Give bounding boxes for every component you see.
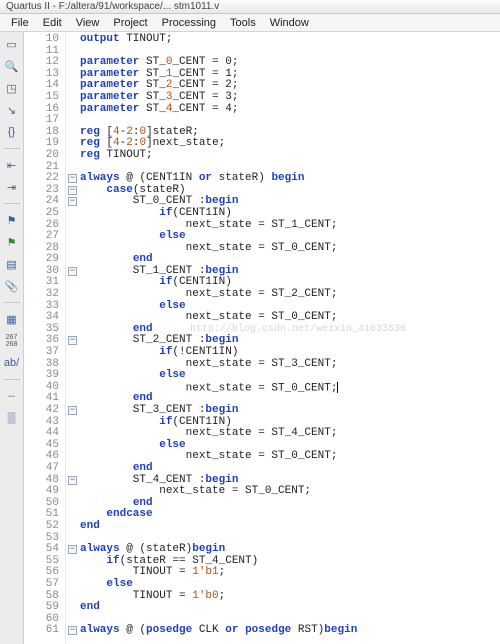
menu-bar: File Edit View Project Processing Tools … [0,14,500,32]
line-number: 54 [24,544,59,556]
find-icon[interactable]: 🔍 [4,58,20,74]
menu-window[interactable]: Window [263,17,316,29]
menu-view[interactable]: View [69,17,107,29]
code-line[interactable]: parameter ST_4_CENT = 4; [80,104,500,116]
code-line[interactable]: −always @ (CENT1IN or stateR) begin [80,173,500,185]
fold-toggle-icon[interactable]: − [68,267,77,276]
code-line[interactable]: −always @ (stateR)begin [80,544,500,556]
window-title: Quartus II - F:/altera/91/workspace/... … [0,0,500,14]
menu-file[interactable]: File [4,17,36,29]
code-line[interactable]: endcase [80,509,500,521]
line-number: 10 [24,34,59,46]
line-number: 61 [24,625,59,637]
menu-processing[interactable]: Processing [155,17,223,29]
text-caret [337,382,338,393]
braces-icon[interactable]: {} [4,124,20,140]
fold-toggle-icon[interactable]: − [68,626,77,635]
attach-icon[interactable]: 📎 [4,278,20,294]
flag-green-icon[interactable]: ⚑ [4,234,20,250]
line-number: 22 [24,173,59,185]
code-line[interactable]: if(!CENT1IN) [80,347,500,359]
line-number: 49 [24,486,59,498]
line-number: 37 [24,347,59,359]
line-number: 15 [24,92,59,104]
line-number: 20 [24,150,59,162]
code-line[interactable]: if(CENT1IN) [80,208,500,220]
linecol-icon[interactable]: 267 268 [4,333,20,349]
line-number: 59 [24,602,59,614]
doc-icon[interactable]: ▤ [4,256,20,272]
line-number: 42 [24,405,59,417]
line-number: 17 [24,115,59,127]
code-line[interactable]: TINOUT = 1'b1; [80,567,500,579]
fold-toggle-icon[interactable]: − [68,174,77,183]
bookmark-icon[interactable]: ◳ [4,80,20,96]
side-toolbar: ▭ 🔍 ◳ ↘ {} ⇤ ⇥ ⚑ ⚑ ▤ 📎 ▦ 267 268 ab/ ┄ ▒ [0,32,24,644]
editor-area: ▭🔍◳↘{}⇤⇥⚑⚑▤📎▦267 268ab/┄▒ 10111213141516… [0,32,500,644]
step-icon[interactable]: ↘ [4,102,20,118]
fold-toggle-icon[interactable]: − [68,186,77,195]
code-line[interactable]: − ST_3_CENT :begin [80,405,500,417]
code-line[interactable]: TINOUT = 1'b0; [80,591,500,603]
fold-toggle-icon[interactable]: − [68,476,77,485]
menu-project[interactable]: Project [106,17,154,29]
fold-toggle-icon[interactable]: − [68,545,77,554]
fold-toggle-icon[interactable]: − [68,336,77,345]
fold-toggle-icon[interactable]: − [68,406,77,415]
ab-icon[interactable]: ab/ [4,355,20,371]
code-line[interactable]: else [80,579,500,591]
code-line[interactable]: reg TINOUT; [80,150,500,162]
code-line[interactable]: parameter ST_3_CENT = 3; [80,92,500,104]
code-line[interactable]: else [80,231,500,243]
line-number: 32 [24,289,59,301]
code-editor[interactable]: output TINOUT;parameter ST_0_CENT = 0;pa… [66,32,500,644]
syntax-icon[interactable]: ▦ [4,311,20,327]
code-line[interactable]: else [80,370,500,382]
code-line[interactable]: next_state = ST_2_CENT; [80,289,500,301]
code-line[interactable]: output TINOUT; [80,34,500,46]
flag-blue-icon[interactable]: ⚑ [4,212,20,228]
line-number-gutter: 1011121314151617181920212223242526272829… [24,32,66,644]
line-number: 47 [24,463,59,475]
code-line[interactable]: end [80,521,500,533]
line-number: 52 [24,521,59,533]
indent-left-icon[interactable]: ⇤ [4,157,20,173]
indent-right-icon[interactable]: ⇥ [4,179,20,195]
code-line[interactable]: −always @ (posedge CLK or posedge RST)be… [80,625,500,637]
code-line[interactable]: end [80,463,500,475]
new-file-icon[interactable]: ▭ [4,36,20,52]
line-number: 57 [24,579,59,591]
menu-tools[interactable]: Tools [223,17,263,29]
ruler-icon[interactable]: ┄ [4,388,20,404]
menu-edit[interactable]: Edit [36,17,69,29]
fold-toggle-icon[interactable]: − [68,197,77,206]
line-number: 27 [24,231,59,243]
line-number: 25 [24,208,59,220]
code-line[interactable]: end [80,602,500,614]
grid-icon[interactable]: ▒ [4,410,20,426]
